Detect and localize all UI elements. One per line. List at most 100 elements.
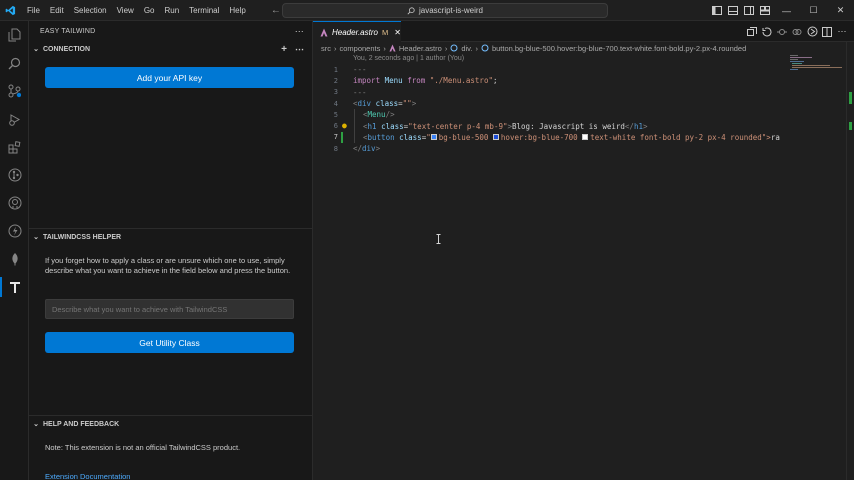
- element-icon: [450, 44, 458, 52]
- menu-selection[interactable]: Selection: [69, 0, 112, 21]
- color-swatch-white[interactable]: [582, 134, 589, 141]
- code-line: 2 import Menu from "./Menu.astro";: [313, 75, 785, 86]
- menu-go[interactable]: Go: [139, 0, 160, 21]
- sidebar-panel: EASY TAILWIND ⋯ ⌄ CONNECTION + ⋯ Add you…: [29, 21, 313, 480]
- code-text: "text-center p-4 mb-9": [408, 121, 508, 131]
- maximize-button[interactable]: ☐: [800, 0, 827, 21]
- sidebar-title-row: EASY TAILWIND ⋯: [29, 21, 312, 41]
- tailwind-icon[interactable]: [0, 273, 29, 301]
- git-blame-codelens[interactable]: You, 2 seconds ago | 1 author (You): [353, 55, 464, 62]
- color-swatch-blue-500[interactable]: [430, 134, 437, 141]
- text-cursor-icon: ​: [436, 234, 441, 247]
- menu-view[interactable]: View: [112, 0, 139, 21]
- breadcrumb-components[interactable]: components: [340, 44, 381, 53]
- toggle-secondary-sidebar-icon[interactable]: [741, 0, 757, 21]
- toggle-file-blame-icon[interactable]: [761, 26, 773, 38]
- code-editor[interactable]: 1 --- 2 import Menu from "./Menu.astro";…: [313, 64, 785, 154]
- connection-section-header[interactable]: ⌄ CONNECTION + ⋯: [29, 41, 312, 57]
- breadcrumb-file[interactable]: Header.astro: [399, 44, 442, 53]
- line-number: 1: [333, 65, 338, 74]
- run-debug-icon[interactable]: [0, 105, 29, 133]
- modified-line-indicator: [341, 131, 343, 144]
- minimap[interactable]: [786, 42, 846, 480]
- minimize-icon: —: [782, 5, 791, 16]
- command-center-search[interactable]: javascript-is-weird: [282, 3, 608, 18]
- feedback-note: Note: This extension is not an official …: [45, 443, 241, 452]
- vertical-scrollbar[interactable]: [846, 42, 854, 480]
- line-number: 6: [333, 122, 338, 131]
- code-text: class: [375, 99, 399, 109]
- add-icon[interactable]: +: [281, 44, 287, 55]
- menu-file[interactable]: File: [22, 0, 45, 21]
- previous-change-icon[interactable]: [776, 26, 788, 38]
- toggle-panel-icon[interactable]: [725, 0, 741, 21]
- menu-help[interactable]: Help: [224, 0, 250, 21]
- code-line: 5 < Menu />: [313, 109, 785, 121]
- menu-bar: File Edit Selection View Go Run Terminal…: [22, 0, 251, 21]
- source-control-icon[interactable]: [0, 77, 29, 105]
- more-actions-icon[interactable]: ⋯: [295, 26, 304, 37]
- toggle-primary-sidebar-icon[interactable]: [709, 0, 725, 21]
- code-text: </: [624, 121, 634, 131]
- tab-close-icon[interactable]: ✕: [394, 28, 401, 37]
- lightbulb-icon[interactable]: ●: [342, 121, 347, 130]
- code-text: h1: [633, 121, 643, 131]
- code-text: text-white font-bold py-2 px-4 rounded: [590, 132, 762, 142]
- close-window-button[interactable]: ✕: [827, 0, 854, 21]
- breadcrumb-div[interactable]: div.: [461, 44, 472, 53]
- code-line: 8 </div >: [313, 143, 785, 154]
- extension-documentation-link[interactable]: Extension Documentation: [45, 472, 130, 480]
- github-icon[interactable]: [0, 189, 29, 217]
- open-changes-icon[interactable]: [746, 26, 758, 38]
- next-change-icon[interactable]: [791, 26, 803, 38]
- maximize-icon: ☐: [809, 5, 818, 15]
- code-text: >: [411, 99, 417, 109]
- split-editor-icon[interactable]: [821, 26, 833, 38]
- menu-terminal[interactable]: Terminal: [184, 0, 224, 21]
- minimize-button[interactable]: —: [773, 0, 800, 21]
- editor-tabs: Header.astro M ✕ ⋯: [313, 21, 854, 42]
- help-feedback-section-header[interactable]: ⌄ HELP AND FEEDBACK: [29, 416, 313, 432]
- code-text: div: [357, 99, 372, 109]
- back-arrow-icon[interactable]: ←: [271, 5, 281, 16]
- add-api-key-button[interactable]: Add your API key: [45, 67, 294, 88]
- code-text: Menu: [367, 110, 386, 120]
- breadcrumb-button[interactable]: button.bg-blue-500.hover:bg-blue-700.tex…: [492, 44, 746, 53]
- open-preview-icon[interactable]: [806, 26, 818, 38]
- section-more-icon[interactable]: ⋯: [295, 44, 304, 55]
- scrollbar-change-marker: [849, 122, 852, 130]
- search-icon[interactable]: [0, 49, 29, 77]
- code-text: div: [362, 144, 376, 154]
- code-text: from: [407, 76, 426, 86]
- code-text: bg-blue-500: [438, 132, 489, 142]
- chevron-down-icon: ⌄: [33, 234, 39, 241]
- tab-header-astro[interactable]: Header.astro M ✕: [313, 21, 401, 42]
- chevron-down-icon: ⌄: [33, 46, 39, 53]
- menu-run[interactable]: Run: [159, 0, 184, 21]
- git-graph-icon[interactable]: [0, 161, 29, 189]
- breadcrumb-src[interactable]: src: [321, 44, 331, 53]
- tailwind-helper-section-header[interactable]: ⌄ TAILWINDCSS HELPER: [29, 229, 313, 245]
- explorer-icon[interactable]: [0, 21, 29, 49]
- code-line: 1 ---: [313, 64, 785, 75]
- extensions-icon[interactable]: [0, 133, 29, 161]
- search-icon: [407, 6, 415, 14]
- customize-layout-icon[interactable]: [757, 0, 773, 21]
- line-number: 3: [333, 88, 338, 97]
- code-line: 7 < button class = " bg-blue-500 hover:bg-bl…: [313, 131, 785, 144]
- color-swatch-blue-700[interactable]: [492, 134, 499, 141]
- get-utility-class-button[interactable]: Get Utility Class: [45, 332, 294, 353]
- mongodb-icon[interactable]: [0, 245, 29, 273]
- activity-bar: [0, 21, 29, 480]
- describe-input[interactable]: [45, 299, 294, 319]
- code-text: import: [353, 76, 381, 86]
- editor-more-actions-icon[interactable]: ⋯: [836, 26, 848, 38]
- menu-edit[interactable]: Edit: [45, 0, 69, 21]
- scrollbar-change-marker: [849, 92, 852, 104]
- code-text: >: [642, 121, 648, 131]
- code-text: ra: [770, 132, 780, 142]
- copilot-icon[interactable]: [0, 217, 29, 245]
- chevron-down-icon: ⌄: [33, 421, 39, 428]
- code-text: ---: [353, 87, 367, 97]
- line-number: 8: [333, 144, 338, 153]
